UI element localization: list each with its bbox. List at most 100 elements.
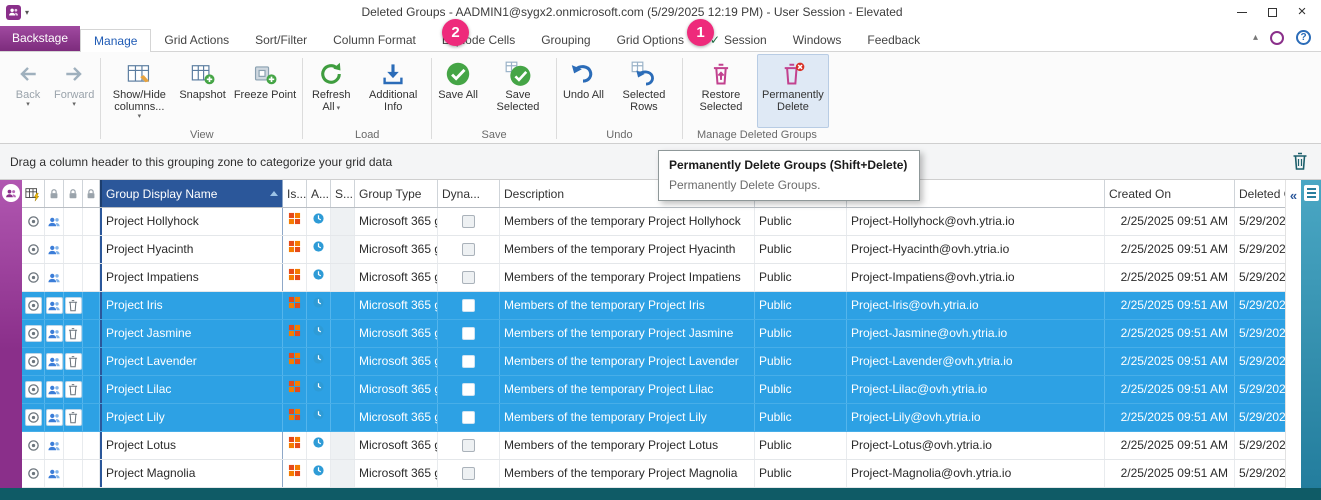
save-all-button[interactable]: Save All — [434, 54, 482, 128]
cell-is[interactable] — [283, 376, 307, 403]
cell-email[interactable]: Project-Lily@ovh.ytria.io — [847, 404, 1105, 431]
cell-deleted-on[interactable]: 5/29/2025 — [1235, 292, 1285, 319]
lock-column-header[interactable] — [64, 180, 83, 207]
lock-column-header[interactable] — [45, 180, 64, 207]
cell-a[interactable] — [307, 264, 331, 291]
cell-group-type[interactable]: Microsoft 365 group — [355, 292, 438, 319]
header-s[interactable]: S... — [331, 180, 355, 207]
cell-group-type[interactable]: Microsoft 365 group — [355, 460, 438, 487]
collapse-panel-chevron-icon[interactable]: « — [1290, 188, 1297, 203]
forward-button[interactable]: Forward ▾ — [50, 54, 98, 128]
cell-delete-action[interactable] — [64, 264, 83, 291]
cell-dynamic-membership[interactable] — [438, 376, 500, 403]
cell-description[interactable]: Members of the temporary Project Hyacint… — [500, 236, 755, 263]
cell-s[interactable] — [331, 208, 355, 235]
cell-members[interactable] — [45, 432, 64, 459]
show-hide-columns-button[interactable]: Show/Hide columns... ▾ — [103, 54, 175, 128]
cell-deleted-on[interactable]: 5/29/2025 — [1235, 208, 1285, 235]
maximize-button[interactable] — [1265, 5, 1279, 19]
table-row[interactable]: Project Iris Microsoft 365 group Members… — [22, 292, 1285, 320]
members-icon[interactable] — [46, 241, 63, 258]
cell-members[interactable] — [45, 292, 64, 319]
permanently-delete-button[interactable]: Permanently Delete — [757, 54, 829, 128]
cell-description[interactable]: Members of the temporary Project Impatie… — [500, 264, 755, 291]
cell-dynamic-membership[interactable] — [438, 292, 500, 319]
cell-dynamic-membership[interactable] — [438, 208, 500, 235]
cell-is[interactable] — [283, 208, 307, 235]
cell-row-state[interactable] — [22, 376, 45, 403]
row-trash-icon[interactable] — [65, 409, 82, 426]
grouping-zone-trash-icon[interactable] — [1291, 151, 1309, 174]
members-icon[interactable] — [46, 269, 63, 286]
cell-privacy[interactable]: Public — [755, 376, 847, 403]
members-icon[interactable] — [46, 381, 63, 398]
dynamic-membership-checkbox[interactable] — [462, 215, 475, 228]
cell-description[interactable]: Members of the temporary Project Lilac — [500, 376, 755, 403]
cell-is[interactable] — [283, 264, 307, 291]
cell-email[interactable]: Project-Lavender@ovh.ytria.io — [847, 348, 1105, 375]
cell-delete-action[interactable] — [64, 460, 83, 487]
members-icon[interactable] — [46, 353, 63, 370]
cell-dynamic-membership[interactable] — [438, 320, 500, 347]
cell-s[interactable] — [331, 432, 355, 459]
cell-group-display-name[interactable]: Project Hyacinth — [100, 236, 283, 263]
header-group-type[interactable]: Group Type — [355, 180, 438, 207]
table-row[interactable]: Project Lavender Microsoft 365 group Mem… — [22, 348, 1285, 376]
tab-sort-filter[interactable]: Sort/Filter — [242, 29, 320, 51]
table-row[interactable]: Project Hyacinth Microsoft 365 group Mem… — [22, 236, 1285, 264]
additional-info-button[interactable]: Additional Info — [357, 54, 429, 128]
cell-delete-action[interactable] — [64, 376, 83, 403]
table-row[interactable]: Project Lilac Microsoft 365 group Member… — [22, 376, 1285, 404]
cell-delete-action[interactable] — [64, 208, 83, 235]
cell-row-state[interactable] — [22, 432, 45, 459]
cell-row-state[interactable] — [22, 236, 45, 263]
freeze-point-button[interactable]: Freeze Point — [230, 54, 300, 128]
table-row[interactable]: Project Lotus Microsoft 365 group Member… — [22, 432, 1285, 460]
cell-group-type[interactable]: Microsoft 365 group — [355, 432, 438, 459]
dynamic-membership-checkbox[interactable] — [462, 411, 475, 424]
cell-a[interactable] — [307, 348, 331, 375]
cell-is[interactable] — [283, 236, 307, 263]
app-icon[interactable] — [6, 5, 21, 20]
cell-members[interactable] — [45, 460, 64, 487]
users-badge-icon[interactable] — [2, 184, 20, 202]
table-row[interactable]: Project Impatiens Microsoft 365 group Me… — [22, 264, 1285, 292]
dynamic-membership-checkbox[interactable] — [462, 271, 475, 284]
cell-description[interactable]: Members of the temporary Project Jasmine — [500, 320, 755, 347]
dynamic-membership-checkbox[interactable] — [462, 383, 475, 396]
cell-group-display-name[interactable]: Project Magnolia — [100, 460, 283, 487]
cell-email[interactable]: Project-Iris@ovh.ytria.io — [847, 292, 1105, 319]
cell-a[interactable] — [307, 208, 331, 235]
table-row[interactable]: Project Jasmine Microsoft 365 group Memb… — [22, 320, 1285, 348]
cell-created-on[interactable]: 2/25/2025 09:51 AM — [1105, 264, 1235, 291]
table-row[interactable]: Project Magnolia Microsoft 365 group Mem… — [22, 460, 1285, 488]
row-trash-icon[interactable] — [65, 353, 82, 370]
minimize-button[interactable] — [1235, 5, 1249, 19]
cell-group-type[interactable]: Microsoft 365 group — [355, 264, 438, 291]
table-row[interactable]: Project Hollyhock Microsoft 365 group Me… — [22, 208, 1285, 236]
members-icon[interactable] — [46, 465, 63, 482]
cell-delete-action[interactable] — [64, 320, 83, 347]
cell-dynamic-membership[interactable] — [438, 264, 500, 291]
row-trash-icon[interactable] — [65, 297, 82, 314]
header-is[interactable]: Is... — [283, 180, 307, 207]
cell-members[interactable] — [45, 208, 64, 235]
row-visibility-icon[interactable] — [25, 409, 42, 426]
save-selected-button[interactable]: Save Selected — [482, 54, 554, 128]
dynamic-membership-checkbox[interactable] — [462, 467, 475, 480]
cell-group-type[interactable]: Microsoft 365 group — [355, 208, 438, 235]
cell-s[interactable] — [331, 460, 355, 487]
cell-deleted-on[interactable]: 5/29/2025 — [1235, 432, 1285, 459]
cell-privacy[interactable]: Public — [755, 320, 847, 347]
cell-members[interactable] — [45, 264, 64, 291]
cell-email[interactable]: Project-Hollyhock@ovh.ytria.io — [847, 208, 1105, 235]
cell-group-display-name[interactable]: Project Lily — [100, 404, 283, 431]
cell-privacy[interactable]: Public — [755, 404, 847, 431]
back-dropdown-caret[interactable]: ▾ — [26, 101, 30, 109]
cell-members[interactable] — [45, 236, 64, 263]
cell-created-on[interactable]: 2/25/2025 09:51 AM — [1105, 320, 1235, 347]
members-icon[interactable] — [46, 325, 63, 342]
cell-row-state[interactable] — [22, 460, 45, 487]
show-hide-dropdown-caret[interactable]: ▾ — [138, 113, 142, 121]
cell-group-type[interactable]: Microsoft 365 group — [355, 376, 438, 403]
